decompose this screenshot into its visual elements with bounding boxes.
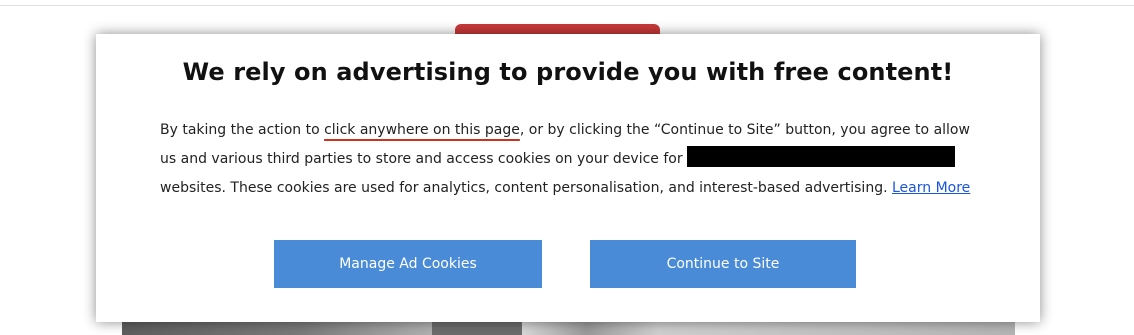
learn-more-link[interactable]: Learn More — [892, 180, 970, 196]
continue-to-site-button[interactable]: Continue to Site — [590, 240, 856, 288]
dialog-title: We rely on advertising to provide you wi… — [182, 58, 954, 86]
manage-ad-cookies-button[interactable]: Manage Ad Cookies — [274, 240, 542, 288]
body-text-part3: websites. These cookies are used for ana… — [160, 180, 892, 196]
body-text-highlight: click anywhere on this page — [324, 122, 520, 138]
redacted-site-name — [687, 146, 956, 167]
body-text-part1: By taking the action to — [160, 122, 325, 138]
cookie-consent-dialog: We rely on advertising to provide you wi… — [96, 34, 1040, 322]
page-top-divider — [0, 5, 1134, 6]
dialog-body-text: By taking the action to click anywhere o… — [160, 116, 990, 203]
